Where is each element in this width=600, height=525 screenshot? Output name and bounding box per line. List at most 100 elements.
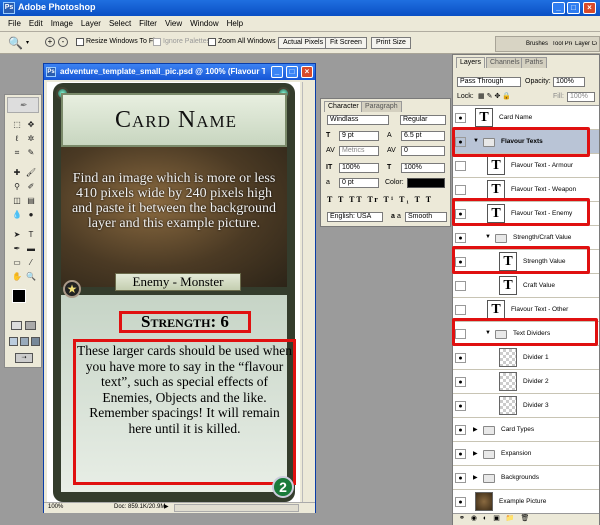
zoom-level[interactable]: 100% (48, 504, 63, 510)
horizontal-scale-field[interactable]: 100% (401, 163, 445, 173)
font-style-select[interactable]: Regular (400, 115, 446, 125)
blur-tool-icon[interactable]: 💧 (11, 209, 23, 220)
antialias-select[interactable]: Smooth (405, 212, 447, 222)
standard-mode-icon[interactable] (11, 321, 22, 330)
menu-view[interactable]: View (161, 16, 186, 28)
hand-tool-icon[interactable]: ✋ (11, 271, 23, 282)
leading-field[interactable]: 6.5 pt (401, 131, 445, 141)
tab-character[interactable]: Character (324, 101, 363, 112)
faux-style-buttons[interactable]: T T TT Tr T¹ T₁ T T (327, 195, 433, 204)
ignore-palettes-checkbox[interactable] (153, 38, 161, 46)
fit-screen-button[interactable]: Fit Screen (325, 37, 367, 49)
kerning-field[interactable]: Metrics (339, 146, 379, 156)
layer-visibility-toggle[interactable]: ● (455, 425, 466, 435)
zoom-tool-box-icon[interactable]: 🔍 (25, 271, 37, 282)
resize-windows-checkbox[interactable] (76, 38, 84, 46)
eraser-tool-icon[interactable]: ◫ (11, 195, 23, 206)
layer-row[interactable]: ● ▶ Backgrounds (453, 466, 599, 490)
tab-paragraph[interactable]: Paragraph (361, 101, 402, 112)
layer-visibility-toggle[interactable] (455, 161, 466, 171)
healing-brush-tool-icon[interactable]: ✚ (11, 167, 23, 178)
vertical-scale-field[interactable]: 100% (339, 163, 379, 173)
brush-tool-icon[interactable]: 🖌 (25, 167, 37, 178)
layer-visibility-toggle[interactable] (455, 281, 466, 291)
screen-mode-full-menu-icon[interactable] (20, 337, 29, 346)
doc-close-button[interactable]: × (301, 66, 313, 78)
fill-field[interactable]: 100% (567, 92, 595, 102)
feather-logo-icon[interactable]: ✒ (7, 97, 39, 113)
history-brush-tool-icon[interactable]: ✐ (25, 181, 37, 192)
status-arrow-icon[interactable]: ▶ (164, 503, 169, 510)
pen-tool-icon[interactable]: ✒ (11, 243, 23, 254)
menu-window[interactable]: Window (186, 16, 222, 28)
layer-row[interactable]: ● ▶ Card Types (453, 418, 599, 442)
lock-buttons[interactable]: ▦✎✥🔒 (478, 92, 518, 102)
type-tool-icon[interactable]: T (25, 229, 37, 240)
layer-row[interactable]: T Flavour Text - Armour (453, 154, 599, 178)
layer-visibility-toggle[interactable]: ● (455, 353, 466, 363)
path-selection-tool-icon[interactable]: ➤ (11, 229, 23, 240)
screen-mode-standard-icon[interactable] (9, 337, 18, 346)
layer-visibility-toggle[interactable]: ● (455, 113, 466, 123)
document-canvas[interactable]: Card Name Find an image which is more or… (47, 82, 300, 503)
font-size-field[interactable]: 9 pt (339, 131, 379, 141)
close-button[interactable]: × (583, 2, 596, 14)
eyedropper-tool-icon[interactable]: ⁄ (25, 257, 37, 268)
layer-row[interactable]: ● Example Picture (453, 490, 599, 514)
print-size-button[interactable]: Print Size (371, 37, 411, 49)
well-tab-tool-presets[interactable]: Tool Presets (552, 41, 572, 47)
layer-visibility-toggle[interactable]: ● (455, 497, 466, 507)
layer-row[interactable]: ● Divider 3 (453, 394, 599, 418)
slice-tool-icon[interactable]: ✎ (25, 147, 37, 158)
doc-minimize-button[interactable]: _ (271, 66, 283, 78)
jump-to-imageready-icon[interactable]: ⇢ (15, 353, 33, 363)
move-tool-icon[interactable]: ✥ (25, 119, 37, 130)
text-color-swatch[interactable] (407, 178, 445, 188)
gradient-tool-icon[interactable]: ▤ (25, 195, 37, 206)
vertical-scrollbar[interactable] (302, 82, 315, 502)
layer-visibility-toggle[interactable]: ● (455, 233, 466, 243)
menu-select[interactable]: Select (105, 16, 135, 28)
layer-visibility-toggle[interactable]: ● (455, 473, 466, 483)
menu-help[interactable]: Help (223, 16, 247, 28)
layer-visibility-toggle[interactable]: ● (455, 401, 466, 411)
menu-edit[interactable]: Edit (25, 16, 47, 28)
screen-mode-full-icon[interactable] (31, 337, 40, 346)
tracking-field[interactable]: 0 (401, 146, 445, 156)
font-family-select[interactable]: Windlass (327, 115, 389, 125)
horizontal-scrollbar[interactable] (174, 504, 299, 512)
layer-visibility-toggle[interactable] (455, 305, 466, 315)
dodge-tool-icon[interactable]: ● (25, 209, 37, 220)
minimize-button[interactable]: _ (552, 2, 565, 14)
collapsed-triangle-icon[interactable]: ▶ (473, 474, 478, 481)
well-tab-brushes[interactable]: Brushes (526, 41, 548, 47)
notes-tool-icon[interactable]: ▭ (11, 257, 23, 268)
tab-paths[interactable]: Paths (521, 57, 547, 68)
tool-preset-chevron-icon[interactable]: ▾ (26, 39, 29, 46)
menu-layer[interactable]: Layer (77, 16, 105, 28)
baseline-shift-field[interactable]: 0 pt (339, 178, 379, 188)
layer-row[interactable]: T Craft Value (453, 274, 599, 298)
crop-tool-icon[interactable]: ⌗ (11, 147, 23, 158)
maximize-button[interactable]: □ (567, 2, 580, 14)
opacity-field[interactable]: 100% (553, 77, 585, 87)
collapsed-triangle-icon[interactable]: ▶ (473, 450, 478, 457)
expanded-triangle-icon[interactable]: ▼ (485, 234, 491, 240)
shape-tool-icon[interactable]: ▬ (25, 243, 37, 254)
menu-image[interactable]: Image (47, 16, 77, 28)
actual-pixels-button[interactable]: Actual Pixels (278, 37, 329, 49)
quick-mask-mode-icon[interactable] (25, 321, 36, 330)
zoom-tool-icon[interactable]: 🔍 (8, 36, 23, 50)
well-tab-layer-comps[interactable]: Layer Comps (575, 41, 597, 47)
layer-row[interactable]: ● ▶ Expansion (453, 442, 599, 466)
zoom-out-icon[interactable]: - (58, 37, 68, 47)
zoom-in-icon[interactable]: + (45, 37, 55, 47)
clone-stamp-tool-icon[interactable]: ⚲ (11, 181, 23, 192)
tab-channels[interactable]: Channels (486, 57, 524, 68)
menu-file[interactable]: File (4, 16, 25, 28)
foreground-color-swatch[interactable] (12, 289, 26, 303)
layer-visibility-toggle[interactable]: ● (455, 449, 466, 459)
blend-mode-select[interactable]: Pass Through (457, 77, 521, 87)
layer-visibility-toggle[interactable]: ● (455, 377, 466, 387)
layer-visibility-toggle[interactable] (455, 185, 466, 195)
